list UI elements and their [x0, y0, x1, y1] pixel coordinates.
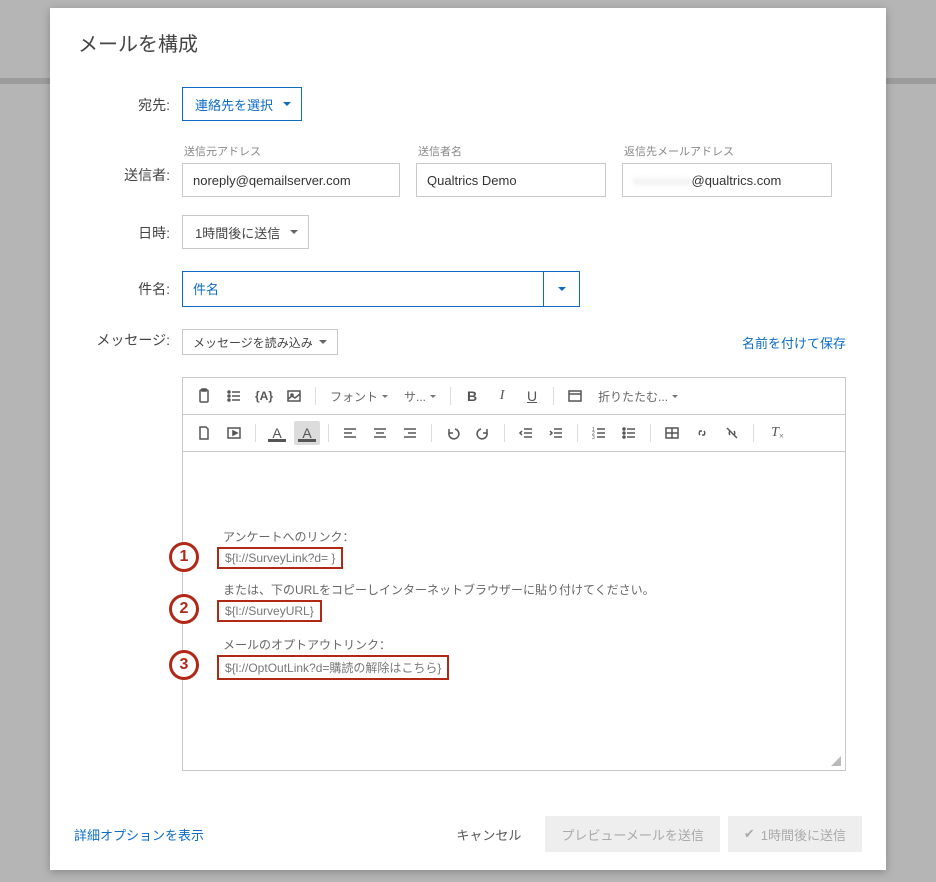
when-label: 日時: [90, 215, 182, 243]
indent-icon[interactable] [543, 421, 569, 445]
font-family-dropdown[interactable]: フォント [324, 384, 394, 408]
font-size-dropdown[interactable]: サ... [398, 384, 442, 408]
bullet-list2-icon[interactable] [616, 421, 642, 445]
undo-icon[interactable] [440, 421, 466, 445]
from-label: 送信者: [90, 143, 182, 185]
annotation-badge-1: 1 [169, 542, 199, 572]
reply-to-value: @qualtrics.com [692, 173, 782, 188]
survey-link-heading: アンケートへのリンク： [223, 528, 821, 545]
outdent-icon[interactable] [513, 421, 539, 445]
load-message-label: メッセージを読み込み [193, 334, 313, 351]
paste-icon[interactable] [191, 384, 217, 408]
select-contacts-label: 連絡先を選択 [195, 95, 273, 114]
editor-toolbar-row-1: {A} フォント サ... B I U 折りたたむ... [183, 378, 845, 415]
to-label: 宛先: [90, 87, 182, 115]
bold-icon[interactable]: B [459, 384, 485, 408]
send-time-dropdown[interactable]: 1時間後に送信 [182, 215, 309, 249]
italic-icon[interactable]: I [489, 384, 515, 408]
embed-icon[interactable] [221, 421, 247, 445]
subject-dropdown-button[interactable] [543, 272, 579, 306]
table-icon[interactable] [659, 421, 685, 445]
subject-field [182, 271, 580, 307]
new-page-icon[interactable] [191, 421, 217, 445]
svg-text:3: 3 [592, 435, 595, 441]
from-name-input[interactable] [416, 163, 606, 197]
message-label: メッセージ: [90, 329, 182, 351]
modal-footer: 詳細オプションを表示 キャンセル プレビューメールを送信 ✔ 1時間後に送信 [50, 797, 886, 870]
image-icon[interactable] [281, 384, 307, 408]
advanced-options-link[interactable]: 詳細オプションを表示 [74, 825, 204, 844]
survey-link-placeholder: ${l://SurveyLink?d= } [217, 547, 343, 569]
align-right-icon[interactable] [397, 421, 423, 445]
send-button[interactable]: ✔ 1時間後に送信 [728, 816, 862, 852]
send-preview-button[interactable]: プレビューメールを送信 [545, 816, 719, 852]
underline-icon[interactable]: U [519, 384, 545, 408]
bg-color-icon[interactable]: A [294, 421, 320, 445]
editor-body[interactable]: アンケートへのリンク： 1 ${l://SurveyLink?d= } または、… [183, 452, 845, 770]
bullet-list-icon[interactable] [221, 384, 247, 408]
send-time-value: 1時間後に送信 [195, 223, 280, 242]
reply-to-sublabel: 返信先メールアドレス [622, 143, 832, 159]
source-icon[interactable] [562, 384, 588, 408]
link-icon[interactable] [689, 421, 715, 445]
subject-label: 件名: [90, 271, 182, 299]
or-paste-note: または、下のURLをコピーしインターネットブラウザーに貼り付けてください。 [223, 581, 821, 598]
align-left-icon[interactable] [337, 421, 363, 445]
subject-input[interactable] [183, 272, 543, 306]
modal-title: メールを構成 [50, 8, 886, 73]
unlink-icon[interactable] [719, 421, 745, 445]
from-address-input[interactable] [182, 163, 400, 197]
cancel-button[interactable]: キャンセル [440, 816, 537, 852]
piped-text-icon[interactable]: {A} [251, 384, 277, 408]
survey-url-placeholder: ${l://SurveyURL} [217, 600, 322, 622]
resize-handle[interactable] [829, 754, 843, 768]
check-icon: ✔ [744, 826, 755, 842]
annotation-badge-3: 3 [169, 650, 199, 680]
optout-link-placeholder: ${l://OptOutLink?d=購読の解除はこちら} [217, 655, 449, 680]
optout-heading: メールのオプトアウトリンク： [223, 636, 821, 653]
annotation-badge-2: 2 [169, 594, 199, 624]
load-message-dropdown[interactable]: メッセージを読み込み [182, 329, 338, 355]
save-as-link[interactable]: 名前を付けて保存 [742, 333, 846, 352]
redo-icon[interactable] [470, 421, 496, 445]
clear-format-icon[interactable]: T× [762, 421, 788, 445]
collapse-toolbar[interactable]: 折りたたむ... [592, 384, 684, 408]
compose-email-modal: メールを構成 宛先: 連絡先を選択 送信者: 送信元アドレス [50, 8, 886, 870]
text-color-icon[interactable]: A [264, 421, 290, 445]
from-name-sublabel: 送信者名 [416, 143, 606, 159]
send-button-label: 1時間後に送信 [761, 825, 846, 844]
align-center-icon[interactable] [367, 421, 393, 445]
reply-to-input[interactable]: xxxxxxxxx@qualtrics.com [622, 163, 832, 197]
editor-toolbar-row-2: A A 123 [183, 415, 845, 452]
rich-text-editor: {A} フォント サ... B I U 折りたたむ... [182, 377, 846, 771]
from-address-sublabel: 送信元アドレス [182, 143, 400, 159]
numbered-list-icon[interactable]: 123 [586, 421, 612, 445]
select-contacts-dropdown[interactable]: 連絡先を選択 [182, 87, 302, 121]
